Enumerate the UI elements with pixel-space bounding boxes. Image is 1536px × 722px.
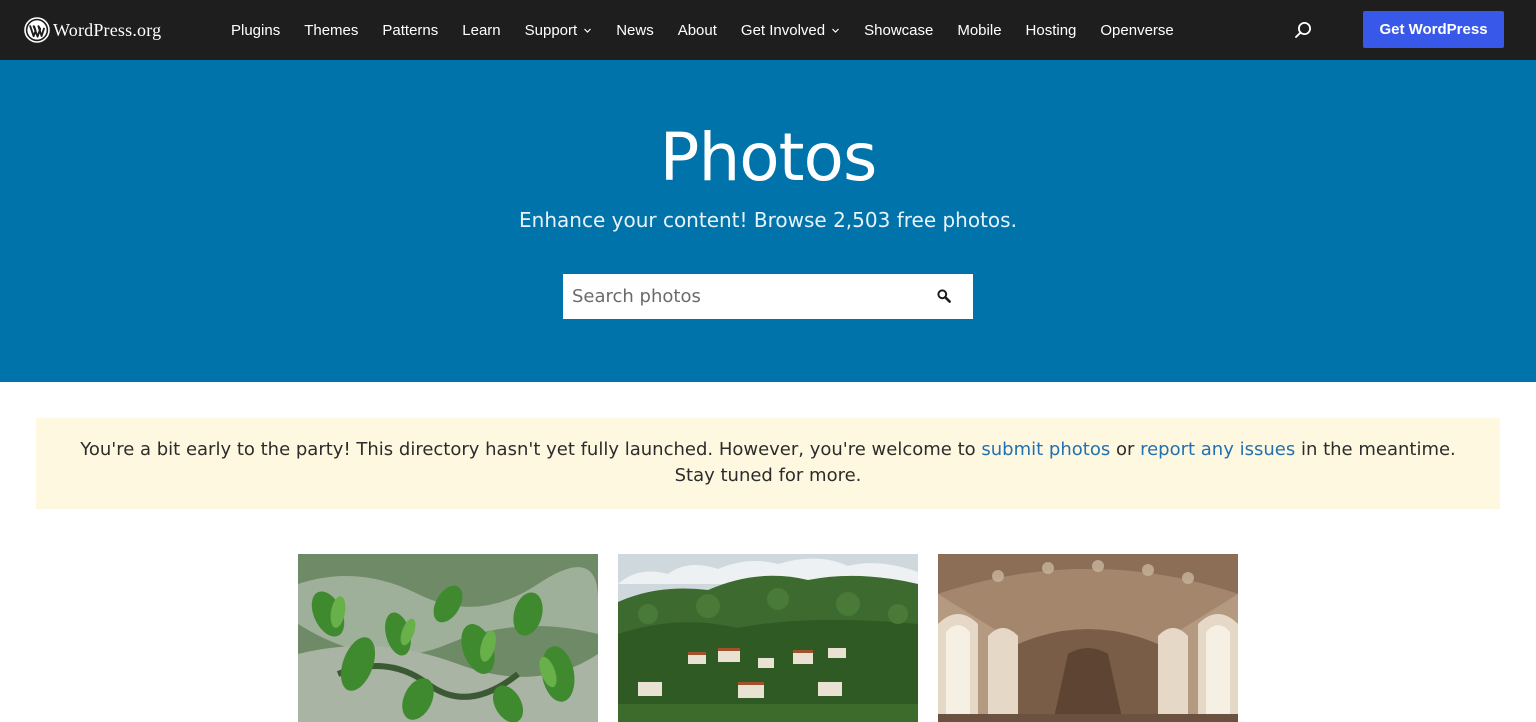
nav-item-label: Plugins xyxy=(231,21,281,39)
nav-item-label: Learn xyxy=(462,21,501,39)
nav-item-patterns[interactable]: Patterns xyxy=(382,22,438,39)
nav-item-themes[interactable]: Themes xyxy=(304,22,358,39)
photo-card-hillside[interactable] xyxy=(618,554,918,722)
nav-item-label: News xyxy=(616,21,654,39)
nav-item-label: Get Involved xyxy=(740,21,826,39)
get-wordpress-button[interactable]: Get WordPress xyxy=(1363,11,1504,48)
photo-card-plants[interactable] xyxy=(298,554,598,722)
nav-item-get-involved[interactable]: Get Involved xyxy=(741,22,840,39)
notice-text: You're a bit early to the party! This di… xyxy=(80,439,982,460)
nav-item-label: About xyxy=(677,21,717,39)
search-icon[interactable] xyxy=(1292,19,1314,41)
main-nav: Plugins Themes Patterns Learn Support News Abo… xyxy=(219,0,1186,60)
photo-plants-image xyxy=(298,554,598,722)
submit-photos-link[interactable]: submit photos xyxy=(981,439,1110,460)
nav-item-label: Showcase xyxy=(864,21,934,39)
search-submit-icon[interactable] xyxy=(936,288,952,304)
nav-item-about[interactable]: About xyxy=(678,22,717,39)
nav-item-showcase[interactable]: Showcase xyxy=(864,22,933,39)
wordpress-logo-icon xyxy=(24,17,50,43)
chevron-down-icon xyxy=(584,28,592,33)
photo-hillside-image xyxy=(618,554,918,722)
report-issues-link[interactable]: report any issues xyxy=(1140,439,1295,460)
nav-item-learn[interactable]: Learn xyxy=(462,22,500,39)
photo-search-form xyxy=(563,274,973,319)
wordpress-logo[interactable]: WordPress.org xyxy=(24,16,161,44)
search-photos-input[interactable] xyxy=(563,274,912,319)
hero-banner: Photos Enhance your content! Browse 2,50… xyxy=(0,60,1536,382)
photo-card-corridor[interactable] xyxy=(938,554,1238,722)
page-subtitle: Enhance your content! Browse 2,503 free … xyxy=(519,208,1017,232)
nav-item-hosting[interactable]: Hosting xyxy=(1026,22,1077,39)
early-access-notice: You're a bit early to the party! This di… xyxy=(36,418,1500,509)
page-title: Photos xyxy=(659,119,878,196)
photo-corridor-image xyxy=(938,554,1238,722)
nav-item-label: Patterns xyxy=(382,21,439,39)
nav-item-mobile[interactable]: Mobile xyxy=(957,22,1001,39)
nav-item-plugins[interactable]: Plugins xyxy=(231,22,280,39)
nav-item-label: Openverse xyxy=(1100,21,1174,39)
top-navigation-bar: WordPress.org Plugins Themes Patterns Learn… xyxy=(0,0,1536,60)
nav-item-support[interactable]: Support xyxy=(525,22,593,39)
chevron-down-icon xyxy=(832,28,840,33)
nav-item-label: Support xyxy=(524,21,578,39)
nav-item-openverse[interactable]: Openverse xyxy=(1100,22,1173,39)
nav-item-news[interactable]: News xyxy=(616,22,654,39)
nav-item-label: Themes xyxy=(304,21,359,39)
nav-item-label: Hosting xyxy=(1025,21,1077,39)
logo-text: WordPress.org xyxy=(53,19,162,40)
notice-text: or xyxy=(1110,439,1141,460)
nav-item-label: Mobile xyxy=(957,21,1002,39)
